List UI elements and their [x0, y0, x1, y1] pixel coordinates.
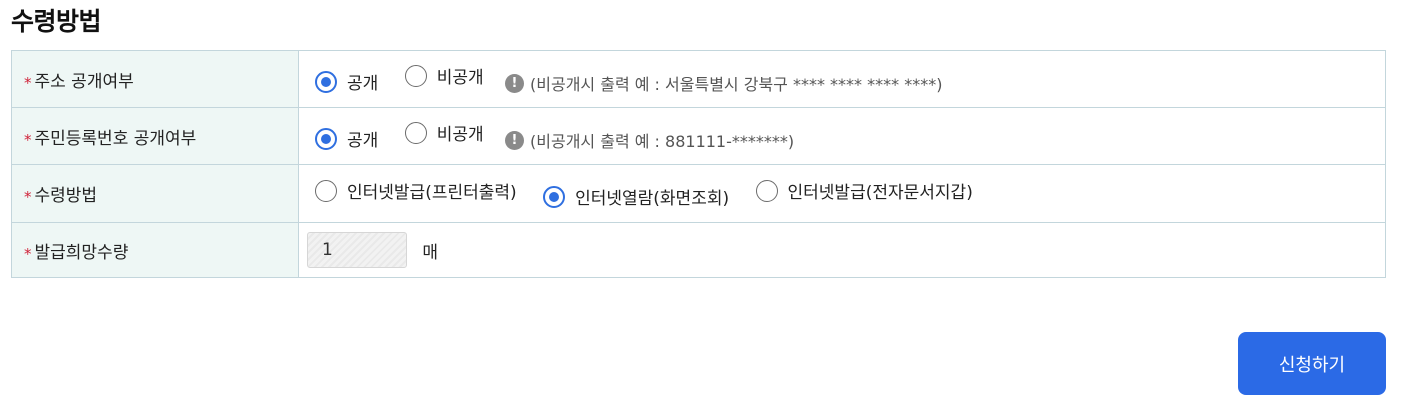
resident-note: ! (비공개시 출력 예 : 881111-*******)	[505, 128, 794, 152]
required-mark: *	[24, 244, 32, 263]
address-disclosure-row: * 주소 공개여부 공개 비공개 ! (비공개시 출력 예 : 서울특별시 강북구…	[11, 50, 1386, 108]
address-note-text: (비공개시 출력 예 : 서울특별시 강북구 **** **** **** **…	[530, 75, 943, 94]
issue-quantity-cell: 매	[298, 222, 1386, 278]
address-disclosure-label-cell: * 주소 공개여부	[11, 50, 299, 108]
address-private-option[interactable]: 비공개	[404, 63, 484, 88]
submit-button[interactable]: 신청하기	[1238, 332, 1386, 395]
method-wallet-radio[interactable]	[755, 179, 778, 202]
issue-quantity-row: *발급희망수량 매	[11, 222, 1386, 278]
resident-number-disclosure-row: * 주민등록번호 공개여부 공개 비공개 ! (비공개시 출력 예 : 88111…	[11, 107, 1386, 165]
info-icon: !	[505, 73, 525, 93]
resident-public-option[interactable]: 공개	[315, 126, 378, 151]
method-view-option[interactable]: 인터넷열람(화면조회)	[543, 184, 729, 209]
issue-quantity-label: 발급희망수량	[34, 242, 129, 263]
method-print-label: 인터넷발급(프린터출력)	[347, 183, 517, 203]
method-print-radio[interactable]	[315, 179, 337, 202]
resident-private-option[interactable]: 비공개	[404, 120, 484, 145]
form-table: * 주소 공개여부 공개 비공개 ! (비공개시 출력 예 : 서울특별시 강북구…	[11, 50, 1386, 278]
receipt-method-options: 인터넷발급(프린터출력) 인터넷열람(화면조회) 인터넷발급(전자문서지갑)	[298, 164, 1386, 223]
required-mark: *	[24, 73, 32, 92]
resident-public-label: 공개	[347, 131, 379, 151]
quantity-unit: 매	[422, 242, 439, 263]
address-public-label: 공개	[347, 74, 379, 94]
address-private-label: 비공개	[436, 68, 484, 88]
address-disclosure-options: 공개 비공개 ! (비공개시 출력 예 : 서울특별시 강북구 **** ***…	[298, 50, 1386, 108]
resident-number-options: 공개 비공개 ! (비공개시 출력 예 : 881111-*******)	[298, 107, 1386, 165]
info-icon: !	[505, 130, 525, 150]
resident-note-text: (비공개시 출력 예 : 881111-*******)	[530, 132, 795, 151]
required-mark: *	[24, 130, 32, 149]
quantity-input[interactable]	[307, 232, 407, 268]
method-wallet-label: 인터넷발급(전자문서지갑)	[787, 183, 973, 203]
resident-number-label: 주민등록번호 공개여부	[34, 128, 197, 149]
method-print-option[interactable]: 인터넷발급(프린터출력)	[315, 178, 517, 203]
method-view-radio[interactable]	[543, 185, 566, 208]
address-private-radio[interactable]	[404, 64, 427, 87]
resident-public-radio[interactable]	[315, 127, 337, 150]
required-mark: *	[24, 188, 32, 206]
receipt-method-row: * 수령방법 인터넷발급(프린터출력) 인터넷열람(화면조회) 인터넷발급(전자문…	[11, 164, 1386, 223]
method-view-label: 인터넷열람(화면조회)	[575, 189, 730, 209]
method-wallet-option[interactable]: 인터넷발급(전자문서지갑)	[755, 178, 973, 203]
receipt-method-label: 수령방법	[34, 186, 98, 206]
address-public-radio[interactable]	[315, 70, 337, 93]
page: 수령방법 * 주소 공개여부 공개 비공개 ! (비공개시 출력 예 : 서울특별…	[0, 0, 1406, 410]
receipt-method-label-cell: * 수령방법	[11, 164, 299, 223]
resident-private-radio[interactable]	[404, 121, 427, 144]
issue-quantity-label-cell: * 발급희망수량	[11, 222, 299, 278]
address-public-option[interactable]: 공개	[315, 69, 378, 94]
address-disclosure-label: 주소 공개여부	[34, 71, 134, 92]
resident-number-label-cell: * 주민등록번호 공개여부	[11, 107, 299, 165]
section-title: 수령방법	[11, 7, 102, 36]
address-note: ! (비공개시 출력 예 : 서울특별시 강북구 **** **** **** …	[505, 71, 942, 95]
resident-private-label: 비공개	[436, 125, 484, 145]
